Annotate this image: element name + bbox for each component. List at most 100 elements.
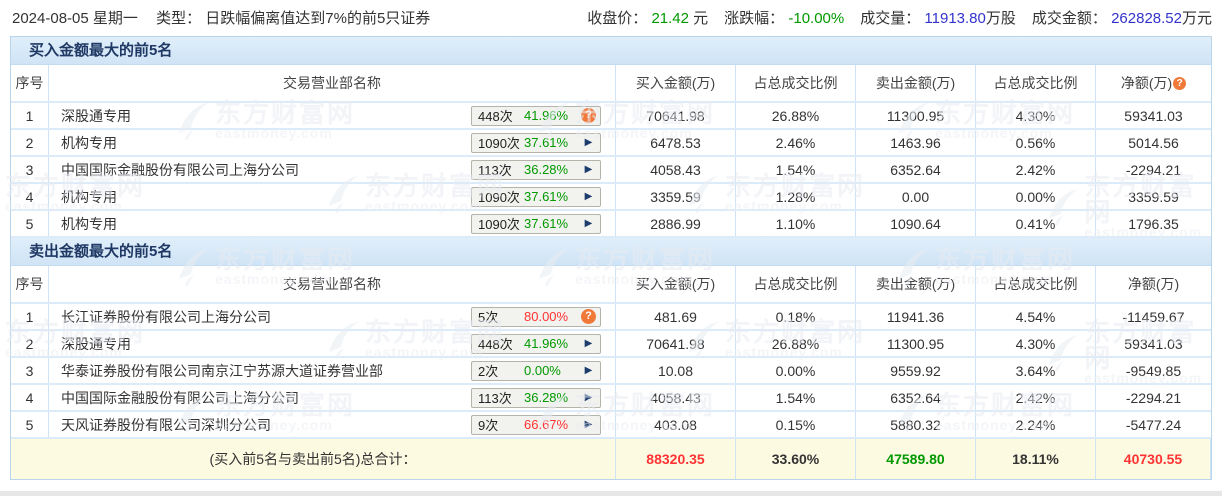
- stat-suffix: 元: [689, 9, 709, 27]
- stat-label: 成交量：: [860, 9, 921, 27]
- total-buy-ratio: 33.60%: [736, 439, 856, 479]
- stat-label: 涨跌幅：: [724, 9, 785, 27]
- badge-percent: 66.67%: [524, 417, 569, 432]
- cell-sell-ratio: 0.00%: [976, 184, 1096, 209]
- top-bar: 2024-08-05 星期一 类型： 日跌幅偏离值达到7%的前5只证券 收盘价：…: [0, 0, 1222, 34]
- cell-name: 华泰证券股份有限公司南京江宁苏源大道证券营业部 2次 0.00% ▶: [49, 358, 616, 383]
- col-header-name: 交易营业部名称: [49, 266, 616, 302]
- cell-buy: 403.08: [616, 412, 736, 437]
- broker-name: 中国国际金融股份有限公司上海分公司: [61, 389, 299, 406]
- expand-arrow-icon[interactable]: ▶: [581, 191, 596, 202]
- col-header-buy: 买入金额(万): [616, 266, 736, 302]
- help-icon[interactable]: ?: [581, 309, 596, 324]
- expand-arrow-icon[interactable]: ▶: [581, 218, 596, 229]
- col-header-net: 净额(万): [1127, 276, 1180, 292]
- trade-times-badge[interactable]: 448次 41.96% ?: [471, 105, 601, 126]
- broker-name: 长江证券股份有限公司上海分公司: [61, 308, 271, 325]
- expand-arrow-icon[interactable]: ▶: [581, 137, 596, 148]
- help-icon[interactable]: ?: [581, 108, 596, 123]
- badge-times: 1090次: [478, 217, 520, 232]
- cell-name: 机构专用 1090次 37.61% ▶: [49, 211, 616, 236]
- type-value: 日跌幅偏离值达到7%的前5只证券: [205, 9, 431, 27]
- trade-times-badge[interactable]: 113次 36.28% ▶: [471, 387, 601, 408]
- badge-percent: 37.61%: [524, 135, 569, 150]
- expand-arrow-icon[interactable]: ▶: [581, 392, 596, 403]
- broker-name: 机构专用: [61, 134, 117, 151]
- expand-arrow-icon[interactable]: ▶: [581, 365, 596, 376]
- col-header-net: 净额(万)?: [1096, 65, 1211, 101]
- trade-times-badge[interactable]: 1090次 37.61% ▶: [471, 186, 601, 207]
- total-label: (买入前5名与卖出前5名)总合计：: [11, 439, 616, 479]
- cell-buy: 4058.43: [616, 157, 736, 182]
- broker-name: 天风证券股份有限公司深圳分公司: [61, 416, 271, 433]
- cell-sell: 6352.64: [856, 157, 976, 182]
- cell-seq: 4: [11, 184, 49, 209]
- expand-arrow-icon[interactable]: ▶: [581, 338, 596, 349]
- trade-times-badge[interactable]: 5次 80.00% ?: [471, 306, 601, 327]
- trade-times-badge[interactable]: 1090次 37.61% ▶: [471, 213, 601, 234]
- badge-percent: 37.61%: [524, 189, 569, 204]
- expand-arrow-icon[interactable]: ▶: [581, 419, 596, 430]
- cell-sell-ratio: 2.42%: [976, 157, 1096, 182]
- cell-seq: 3: [11, 157, 49, 182]
- stat-suffix: 万股: [985, 9, 1016, 27]
- cell-buy-ratio: 0.00%: [736, 358, 856, 383]
- broker-name: 机构专用: [61, 188, 117, 205]
- cell-net: 59341.03: [1124, 335, 1183, 352]
- cell-name: 机构专用 1090次 37.61% ▶: [49, 184, 616, 209]
- trade-times-badge[interactable]: 9次 66.67% ▶: [471, 414, 601, 435]
- badge-percent: 36.28%: [524, 390, 569, 405]
- cell-name: 中国国际金融股份有限公司上海分公司 113次 36.28% ▶: [49, 385, 616, 410]
- list-type-line: 2024-08-05 星期一 类型： 日跌幅偏离值达到7%的前5只证券: [12, 7, 430, 28]
- cell-sell: 1090.64: [856, 211, 976, 236]
- cell-sell: 9559.92: [856, 358, 976, 383]
- broker-name: 华泰证券股份有限公司南京江宁苏源大道证券营业部: [61, 362, 383, 379]
- stat-suffix: 万元: [1181, 9, 1212, 27]
- cell-buy: 4058.43: [616, 385, 736, 410]
- cell-sell: 11941.36: [856, 304, 976, 329]
- cell-net: 5014.56: [1128, 134, 1179, 151]
- badge-times: 9次: [478, 418, 499, 433]
- trade-times-badge[interactable]: 113次 36.28% ▶: [471, 159, 601, 180]
- table-row: 3 中国国际金融股份有限公司上海分公司 113次 36.28% ▶ 4058.4…: [11, 157, 1211, 184]
- badge-times: 113次: [478, 391, 512, 406]
- cell-buy: 10.08: [616, 358, 736, 383]
- cell-sell: 6352.64: [856, 385, 976, 410]
- stock-stats: 收盘价： 21.42 元涨跌幅： -10.00% 成交量： 11913.80万股成…: [587, 7, 1212, 28]
- cell-seq: 1: [11, 304, 49, 329]
- cell-seq: 3: [11, 358, 49, 383]
- stat-value: 11913.80: [920, 9, 986, 27]
- trade-times-badge[interactable]: 1090次 37.61% ▶: [471, 132, 601, 153]
- cell-name: 长江证券股份有限公司上海分公司 5次 80.00% ?: [49, 304, 616, 329]
- stat-item: 成交量： 11913.80万股: [860, 7, 1016, 28]
- cell-buy: 70641.98: [616, 103, 736, 128]
- badge-times: 1090次: [478, 190, 520, 205]
- lhb-board: 买入金额最大的前5名 序号 交易营业部名称 买入金额(万) 占总成交比例 卖出金…: [10, 36, 1212, 480]
- expand-arrow-icon[interactable]: ▶: [581, 164, 596, 175]
- col-header-seq: 序号: [11, 65, 49, 101]
- cell-buy-ratio: 1.54%: [736, 157, 856, 182]
- trade-times-badge[interactable]: 2次 0.00% ▶: [471, 360, 601, 381]
- col-header-name: 交易营业部名称: [49, 65, 616, 101]
- badge-percent: 37.61%: [524, 216, 569, 231]
- total-net: 40730.55: [1096, 439, 1211, 479]
- trade-times-badge[interactable]: 448次 41.96% ▶: [471, 333, 601, 354]
- badge-times: 2次: [478, 364, 499, 379]
- cell-net: -9549.85: [1125, 362, 1182, 379]
- help-icon[interactable]: ?: [1173, 76, 1187, 90]
- cell-name: 深股通专用 448次 41.96% ▶: [49, 331, 616, 356]
- cell-buy-ratio: 1.10%: [736, 211, 856, 236]
- cell-sell: 5880.32: [856, 412, 976, 437]
- broker-name: 深股通专用: [61, 107, 131, 124]
- cell-buy-ratio: 26.88%: [736, 103, 856, 128]
- cell-net: -2294.21: [1125, 389, 1182, 406]
- table-row: 5 机构专用 1090次 37.61% ▶ 2886.99 1.10% 1090…: [11, 211, 1211, 238]
- cell-name: 机构专用 1090次 37.61% ▶: [49, 130, 616, 155]
- badge-times: 113次: [478, 163, 512, 178]
- badge-times: 5次: [478, 310, 499, 325]
- cell-buy-ratio: 2.46%: [736, 130, 856, 155]
- cell-seq: 5: [11, 211, 49, 236]
- cell-net: -11459.67: [1122, 308, 1185, 325]
- cell-buy-ratio: 0.15%: [736, 412, 856, 437]
- cell-seq: 2: [11, 331, 49, 356]
